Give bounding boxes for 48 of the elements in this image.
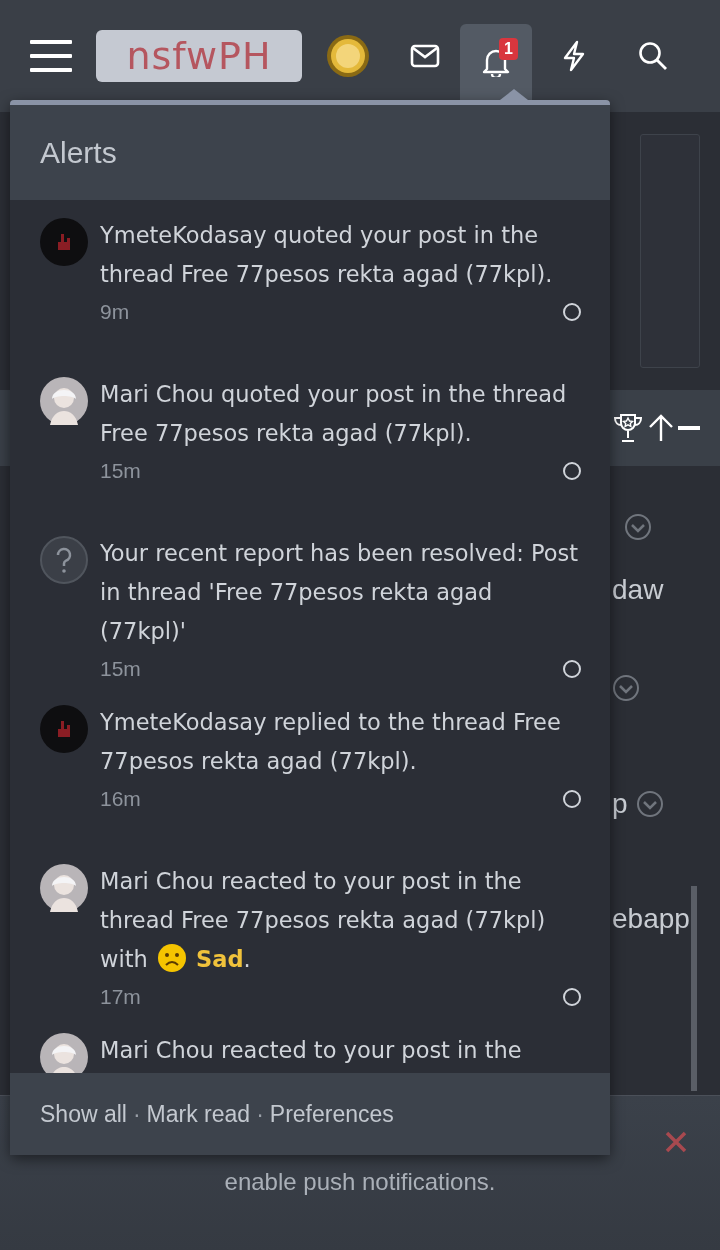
thread-title[interactable]: ebapp [612, 899, 720, 939]
menu-button[interactable] [30, 39, 72, 73]
sad-emoji-icon [156, 943, 187, 973]
chevron-down-icon[interactable] [624, 513, 652, 541]
mail-button[interactable] [410, 44, 440, 68]
mark-read-toggle[interactable] [562, 987, 582, 1007]
chevron-down-icon[interactable] [635, 790, 664, 818]
coin-button[interactable] [326, 34, 370, 78]
alert-time: 16m [100, 786, 141, 812]
avatar-icon[interactable] [40, 377, 88, 425]
trophy-icon[interactable] [612, 412, 644, 444]
mark-read-toggle[interactable] [562, 302, 582, 322]
alert-message[interactable]: Your recent report has been resolved: Post in thread 'Free 77pesos rekta agad (77kpl)' [100, 534, 582, 651]
alert-message[interactable]: Mari Chou quoted your post in the thread Free 77pesos rekta agad (77kpl). [100, 375, 582, 453]
mail-icon [410, 44, 440, 68]
separator-dot: · [256, 1100, 264, 1128]
alert-message[interactable]: Mari Chou reacted to your post in the [100, 1031, 582, 1070]
menu-icon [30, 39, 72, 73]
search-icon [638, 41, 668, 71]
thread-title[interactable]: p [612, 784, 628, 824]
footer-link[interactable]: Preferences [269, 1100, 394, 1128]
separator-dot: · [132, 1100, 141, 1128]
alert-message[interactable]: YmeteKodasay replied to the thread Free 77pesos rekta agad (77kpl). [100, 703, 582, 781]
thread-title[interactable]: daw [612, 570, 720, 610]
alert-time: 15m [100, 458, 141, 484]
mark-read-toggle[interactable] [562, 659, 582, 679]
alert-count-badge: 1 [499, 38, 518, 60]
scrollbar[interactable] [691, 886, 697, 1091]
alert-time: 17m [100, 984, 141, 1010]
alerts-button[interactable]: 1 [460, 24, 532, 100]
footer-link[interactable]: Show all [40, 1100, 127, 1128]
popup-title: Alerts [40, 135, 117, 170]
footer-link[interactable]: Mark read [146, 1100, 251, 1128]
whats-new-button[interactable] [562, 40, 586, 72]
arrow-up-icon[interactable] [648, 413, 674, 443]
alert-message[interactable]: Mari Chou reacted to your post in the thread Free 77pesos rekta agad (77kpl) with Sad. [100, 862, 582, 979]
alert-time: 9m [100, 299, 130, 325]
chevron-down-icon[interactable] [612, 674, 640, 702]
alert-message[interactable]: YmeteKodasay quoted your post in the thread Free 77pesos rekta agad (77kpl). [100, 216, 582, 294]
alert-time: 15m [100, 656, 141, 682]
avatar-icon[interactable] [40, 864, 88, 912]
notice-text: enable push notifications. [223, 1168, 497, 1196]
mark-read-toggle[interactable] [562, 461, 582, 481]
search-button[interactable] [638, 41, 668, 71]
lightning-icon [562, 40, 586, 72]
coin-icon [326, 34, 370, 78]
mark-read-toggle[interactable] [562, 789, 582, 809]
question-icon[interactable] [40, 536, 88, 584]
